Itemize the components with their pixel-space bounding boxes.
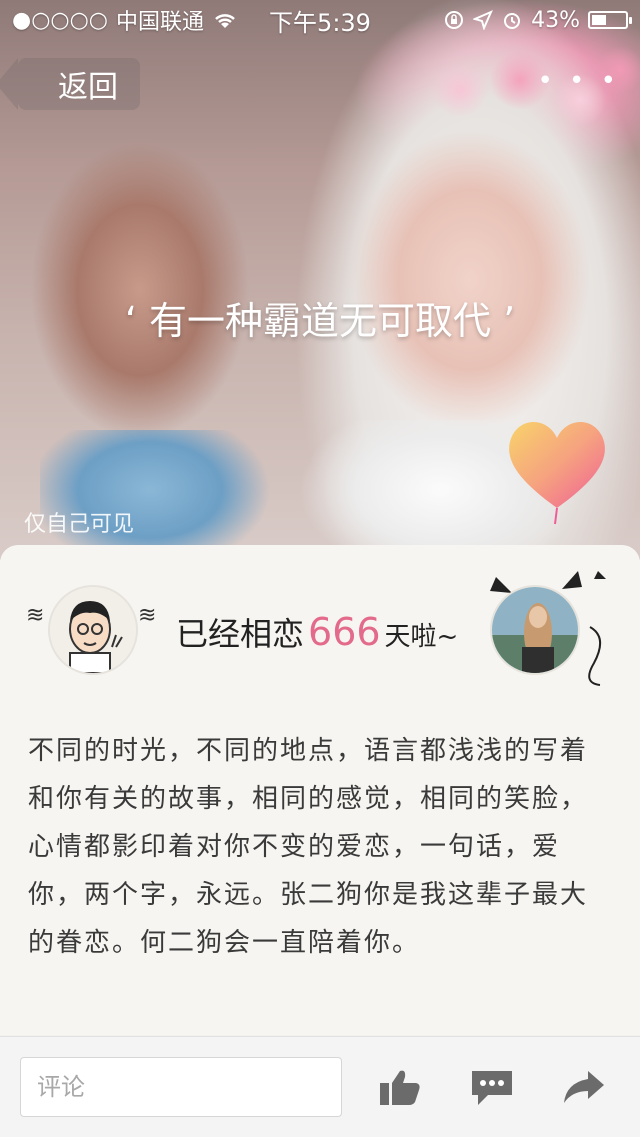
battery-percent: 43% xyxy=(531,7,580,33)
love-card: ≋ ≋ 已经相恋 666 天啦~ 不同的时光，不同的地点，语言都浅浅的写着和你有… xyxy=(0,545,640,1035)
portrait-girl-icon xyxy=(492,587,578,673)
avatar-left[interactable] xyxy=(48,585,138,675)
comment-input[interactable] xyxy=(20,1057,342,1117)
alarm-icon xyxy=(504,13,521,29)
thumbs-up-icon[interactable] xyxy=(378,1067,422,1107)
location-icon xyxy=(473,10,494,30)
heart-sticker-icon xyxy=(509,421,605,525)
privacy-label: 仅自己可见 xyxy=(24,512,135,537)
love-prefix: 已经相恋 xyxy=(176,615,305,653)
signal-strength: ●○○○○ xyxy=(12,7,108,33)
cover-photo: ●○○○○ 中国联通 下午5:39 43% 返回 • • • ‘ 有一种霸道无可… xyxy=(0,0,640,560)
comment-icon[interactable] xyxy=(470,1067,514,1107)
wing-right-icon: ≋ xyxy=(138,603,157,628)
love-counter-row: ≋ ≋ 已经相恋 666 天啦~ xyxy=(0,571,640,686)
love-message: 不同的时光，不同的地点，语言都浅浅的写着和你有关的故事，相同的感觉，相同的笑脸，… xyxy=(28,736,589,958)
battery-icon xyxy=(588,11,632,29)
status-bar: ●○○○○ 中国联通 下午5:39 43% xyxy=(0,0,640,40)
carrier-name: 中国联通 xyxy=(115,10,204,35)
groom-shirt xyxy=(40,430,270,560)
love-days-text: 已经相恋 666 天啦~ xyxy=(176,609,458,655)
rotation-lock-icon xyxy=(445,11,464,29)
share-icon[interactable] xyxy=(562,1067,606,1107)
battery-level xyxy=(592,15,606,25)
cartoon-boy-icon xyxy=(50,587,136,673)
more-options-button[interactable]: • • • xyxy=(537,66,620,96)
wing-left-icon: ≋ xyxy=(26,603,45,628)
back-button-label: 返回 xyxy=(58,70,118,105)
avatar-right[interactable] xyxy=(490,585,580,675)
love-days-count: 666 xyxy=(308,610,381,654)
back-button[interactable]: 返回 xyxy=(18,58,140,110)
wifi-icon xyxy=(215,14,235,28)
bottom-action-bar xyxy=(0,1036,640,1137)
love-suffix: 天啦~ xyxy=(384,622,459,652)
photo-caption: ‘ 有一种霸道无可取代 ’ xyxy=(124,299,516,343)
